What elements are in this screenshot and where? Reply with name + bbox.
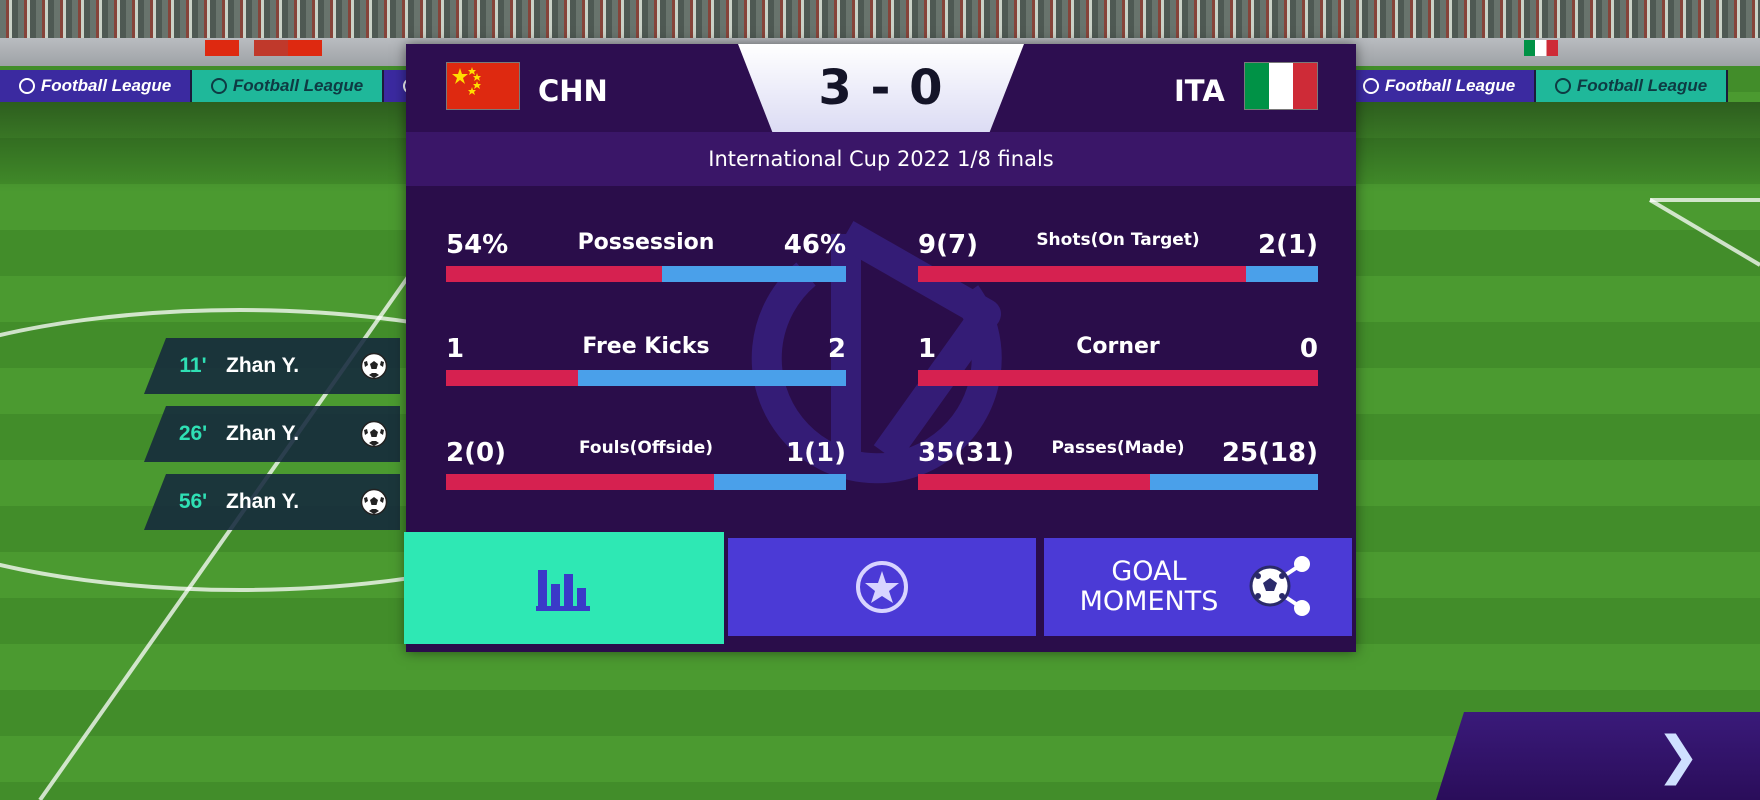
stat-away-value: 2(1) [1258, 230, 1318, 260]
tab-player-rating[interactable] [728, 538, 1036, 636]
stat-label: Free Kicks [582, 334, 710, 359]
stat-passes-made: 35(31) Passes(Made) 25(18) [918, 432, 1318, 500]
goal-scorer: Zhan Y. [226, 354, 300, 377]
stat-home-bar [446, 266, 662, 282]
away-team-code: ITA [1174, 74, 1225, 108]
stat-home-bar [918, 266, 1246, 282]
goal-event-row: 56' Zhan Y. [144, 474, 400, 530]
share-ball-icon [1249, 556, 1311, 616]
chevron-right-icon: ❯ [1656, 726, 1700, 786]
stat-comparison-bar [446, 266, 846, 282]
goal-event-row: 11' Zhan Y. [144, 338, 400, 394]
scoreboard-header: CHN 3 - 0 ITA [406, 44, 1356, 132]
stat-away-value: 0 [1299, 334, 1318, 364]
stat-comparison-bar [446, 370, 846, 386]
stat-away-value: 1(1) [786, 438, 846, 468]
italy-flag-icon [1244, 62, 1318, 110]
goal-scorer: Zhan Y. [226, 422, 300, 445]
score-plate: 3 - 0 [738, 44, 1024, 132]
soccer-ball-icon [360, 488, 388, 516]
stat-corner: 1 Corner 0 [918, 328, 1318, 396]
soccer-ball-icon [360, 352, 388, 380]
home-team-code: CHN [538, 74, 608, 108]
stat-possession: 54% Possession 46% [446, 224, 846, 292]
stat-label: Corner [1076, 334, 1160, 359]
stat-comparison-bar [918, 266, 1318, 282]
soccer-ball-icon [360, 420, 388, 448]
stat-fouls-offside: 2(0) Fouls(Offside) 1(1) [446, 432, 846, 500]
stat-free-kicks: 1 Free Kicks 2 [446, 328, 846, 396]
stat-away-value: 25(18) [1221, 438, 1318, 468]
goal-event-row: 26' Zhan Y. [144, 406, 400, 462]
stat-shots-on-target: 9(7) Shots(On Target) 2(1) [918, 224, 1318, 292]
match-result-panel: CHN 3 - 0 ITA International Cup 2022 1/8… [404, 44, 1356, 652]
tab-stats[interactable] [404, 532, 724, 644]
stat-home-bar [918, 370, 1318, 386]
stat-home-bar [446, 474, 714, 490]
stat-home-bar [918, 474, 1150, 490]
final-score: 3 - 0 [818, 60, 944, 116]
china-flag-icon [446, 62, 520, 110]
penalty-box-line [1648, 198, 1760, 267]
goal-scorer: Zhan Y. [226, 490, 300, 513]
competition-bar: International Cup 2022 1/8 finals [406, 132, 1356, 186]
stat-home-bar [446, 370, 578, 386]
stat-comparison-bar [918, 474, 1318, 490]
bar-chart-icon [536, 570, 590, 611]
continue-button[interactable]: ❯ [1436, 712, 1760, 800]
tab-goal-moments[interactable]: GOAL MOMENTS [1044, 538, 1352, 636]
stat-away-value: 2 [827, 334, 846, 364]
stat-away-value: 46% [783, 230, 846, 260]
goal-moments-label: GOAL MOMENTS [1079, 556, 1219, 617]
stat-comparison-bar [446, 474, 846, 490]
star-circle-icon [856, 561, 908, 613]
stat-comparison-bar [918, 370, 1318, 386]
competition-title: International Cup 2022 1/8 finals [708, 147, 1054, 171]
